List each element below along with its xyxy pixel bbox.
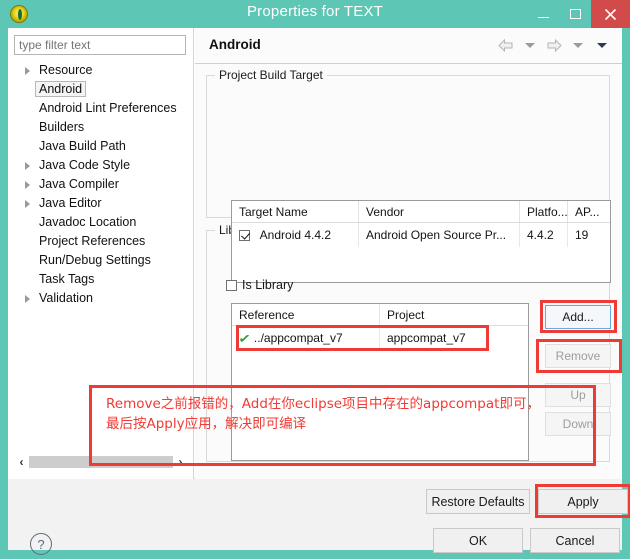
tree-item-label: Run/Debug Settings [39,253,151,267]
tree-horizontal-scrollbar[interactable]: ‹ › [14,453,188,470]
cell-target-name[interactable]: Android 4.4.2 [232,223,359,247]
dialog-body: Resource Android Android Lint Preference… [8,28,630,555]
tree-item-task-tags[interactable]: Task Tags [8,270,194,289]
tree-item-label: Android Lint Preferences [39,101,177,115]
scroll-left-button[interactable]: ‹ [14,453,29,470]
forward-menu-chevron-down-icon[interactable] [568,36,588,54]
column-header-reference[interactable]: Reference [232,304,380,325]
is-library-row[interactable]: Is Library [226,278,293,292]
tree-item-label: Java Compiler [39,177,119,191]
tree-item-android[interactable]: Android [8,80,194,99]
question-mark-icon[interactable]: ? [30,533,52,555]
preference-tree[interactable]: Resource Android Android Lint Preference… [8,61,194,451]
column-header-vendor[interactable]: Vendor [359,201,520,222]
cell-reference[interactable]: ✓ ../appcompat_v7 [232,326,380,350]
tree-item-label: Java Editor [39,196,102,210]
tree-item-label: Project References [39,234,146,248]
tree-item-java-code-style[interactable]: Java Code Style [8,156,194,175]
close-button[interactable] [591,0,630,28]
apply-button[interactable]: Apply [538,489,628,514]
tree-item-label: Javadoc Location [39,215,137,229]
expand-arrow-icon[interactable] [25,67,30,75]
build-target-table[interactable]: Target Name Vendor Platfo... AP... Andro… [231,200,611,283]
tree-item-java-compiler[interactable]: Java Compiler [8,175,194,194]
tree-item-label: Java Build Path [39,139,126,153]
scroll-right-button[interactable]: › [173,453,188,470]
page-header: Android [195,28,622,64]
minimize-button[interactable] [527,0,559,28]
tree-item-project-references[interactable]: Project References [8,232,194,251]
tree-item-label: Validation [39,291,93,305]
project-build-target-group: Project Build Target [206,68,610,218]
page-nav-icons [496,36,612,54]
restore-defaults-button[interactable]: Restore Defaults [426,489,530,514]
page-title: Android [209,37,261,52]
tree-item-builders[interactable]: Builders [8,118,194,137]
is-library-label: Is Library [242,278,294,292]
scrollbar-thumb[interactable] [29,455,173,468]
column-header-project[interactable]: Project [380,304,528,325]
back-arrow-icon[interactable] [496,36,516,54]
expand-arrow-icon[interactable] [25,181,30,189]
column-header-target-name[interactable]: Target Name [232,201,359,222]
is-library-checkbox[interactable] [226,279,237,291]
tree-item-validation[interactable]: Validation [8,289,194,308]
dialog-content: Resource Android Android Lint Preference… [8,28,622,479]
add-button[interactable]: Add... [545,305,611,329]
cell-vendor: Android Open Source Pr... [359,223,520,247]
remove-button[interactable]: Remove [545,344,611,368]
group-legend: Project Build Target [215,68,327,82]
tree-item-label: Java Code Style [39,158,131,172]
table-header-row: Target Name Vendor Platfo... AP... [232,201,610,223]
column-header-api[interactable]: AP... [568,201,610,222]
reference-text: ../appcompat_v7 [253,331,343,345]
tree-item-java-build-path[interactable]: Java Build Path [8,137,194,156]
up-button[interactable]: Up [545,383,611,407]
ok-button[interactable]: OK [433,528,523,553]
filter-input[interactable] [14,35,186,55]
cell-api: 19 [575,228,589,242]
preference-tree-panel: Resource Android Android Lint Preference… [8,28,194,479]
tree-item-label: Android [34,81,87,97]
title-bar: Properties for TEXT [0,0,630,28]
close-icon [604,8,617,20]
table-row[interactable]: ✓ ../appcompat_v7 appcompat_v7 [232,326,528,350]
column-header-platform[interactable]: Platfo... [520,201,568,222]
library-reference-table[interactable]: Reference Project ✓ ../appcompat_v7 appc… [231,303,529,461]
expand-arrow-icon[interactable] [25,162,30,170]
tree-item-android-lint-preferences[interactable]: Android Lint Preferences [8,99,194,118]
tree-item-label: Resource [39,63,93,77]
tree-item-java-editor[interactable]: Java Editor [8,194,194,213]
green-check-icon: ✓ [237,329,252,347]
target-name-text: Android 4.4.2 [259,228,332,242]
expand-arrow-icon[interactable] [25,200,30,208]
table-header-row: Reference Project [232,304,528,326]
cancel-button[interactable]: Cancel [530,528,620,553]
tree-item-javadoc-location[interactable]: Javadoc Location [8,213,194,232]
tree-item-run-debug-settings[interactable]: Run/Debug Settings [8,251,194,270]
target-checkbox[interactable] [239,230,250,242]
properties-dialog-window: Properties for TEXT Resource [0,0,630,559]
maximize-button[interactable] [559,0,591,28]
table-row[interactable]: Android 4.4.2 Android Open Source Pr... … [232,223,610,247]
down-button[interactable]: Down [545,412,611,436]
expand-arrow-icon[interactable] [25,295,30,303]
tree-item-label: Task Tags [39,272,95,286]
cell-platform: 4.4.2 [520,223,568,247]
tree-item-resource[interactable]: Resource [8,61,194,80]
view-menu-chevron-down-icon[interactable] [592,36,612,54]
back-menu-chevron-down-icon[interactable] [520,36,540,54]
tree-item-label: Builders [39,120,85,134]
forward-arrow-icon[interactable] [544,36,564,54]
cell-project: appcompat_v7 [387,331,466,345]
